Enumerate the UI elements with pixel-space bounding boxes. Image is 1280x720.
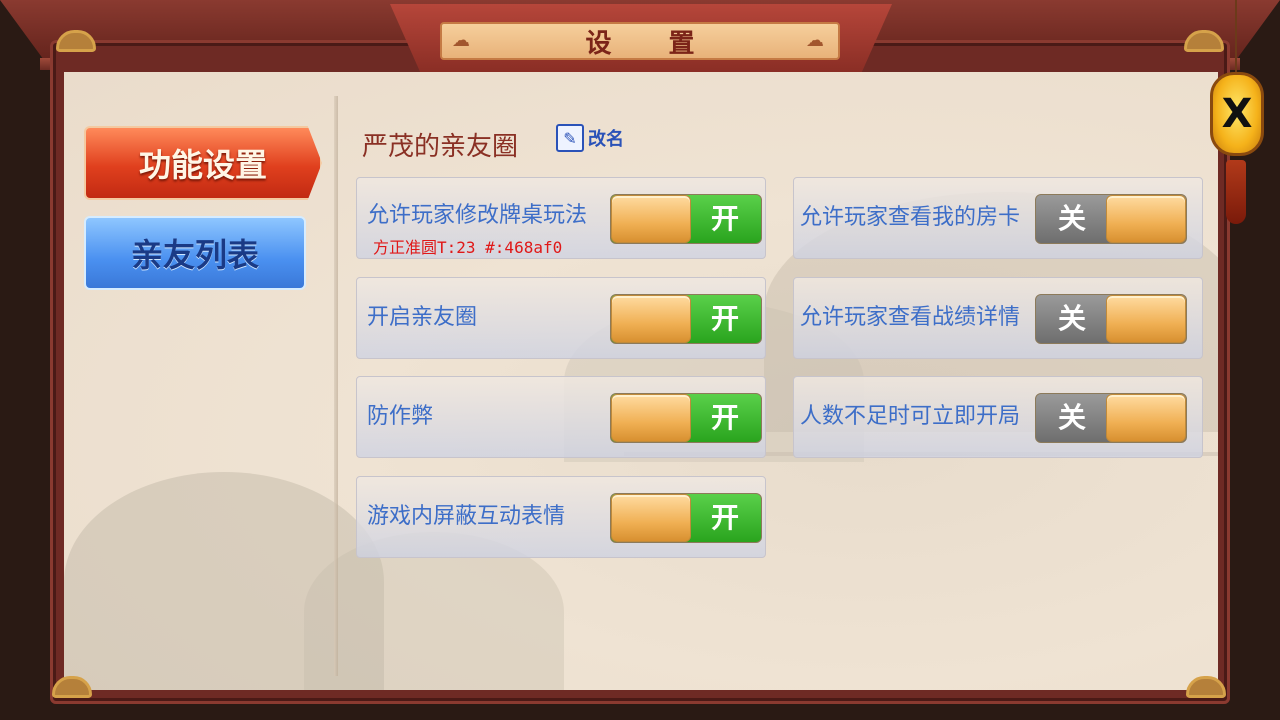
toggle-state: 关 bbox=[1057, 302, 1086, 335]
setting-row-anti-cheat: 防作弊 开 bbox=[356, 376, 766, 458]
setting-label: 允许玩家查看战绩详情 bbox=[800, 305, 1021, 330]
setting-label: 人数不足时可立即开局 bbox=[800, 404, 1021, 429]
menu-item-label: 功能设置 bbox=[138, 146, 267, 184]
rename-button[interactable]: ✎ 改名 bbox=[556, 124, 624, 152]
setting-row-view-record-details: 允许玩家查看战绩详情 关 bbox=[793, 277, 1203, 359]
rename-label: 改名 bbox=[588, 129, 624, 150]
setting-label: 允许玩家查看我的房卡 bbox=[800, 205, 1021, 230]
toggle-knob bbox=[1106, 394, 1186, 442]
setting-label: 游戏内屏蔽互动表情 bbox=[367, 504, 566, 529]
toggle-switch[interactable]: 关 bbox=[1035, 393, 1187, 443]
edit-pencil-icon: ✎ bbox=[556, 124, 584, 152]
cloud-ornament-icon: ☁ bbox=[806, 30, 824, 51]
toggle-knob bbox=[1106, 295, 1186, 343]
toggle-switch[interactable]: 关 bbox=[1035, 294, 1187, 344]
close-button[interactable]: X bbox=[1210, 72, 1264, 156]
toggle-state: 关 bbox=[1057, 401, 1086, 434]
setting-label: 开启亲友圈 bbox=[367, 305, 478, 330]
cloud-ornament-icon: ☁ bbox=[452, 30, 470, 51]
toggle-state: 开 bbox=[710, 202, 739, 235]
toggle-state: 开 bbox=[710, 401, 739, 434]
toggle-knob bbox=[611, 494, 691, 542]
toggle-knob bbox=[611, 394, 691, 442]
menu-item-friend-list[interactable]: 亲友列表 bbox=[84, 216, 306, 290]
toggle-knob bbox=[1106, 195, 1186, 243]
toggle-switch[interactable]: 开 bbox=[610, 493, 762, 543]
toggle-switch[interactable]: 关 bbox=[1035, 194, 1187, 244]
menu-item-function-settings[interactable]: 功能设置 bbox=[84, 126, 322, 200]
menu-item-label: 亲友列表 bbox=[130, 236, 259, 274]
lantern-tassel bbox=[1226, 160, 1246, 224]
toggle-switch[interactable]: 开 bbox=[610, 294, 762, 344]
toggle-state: 开 bbox=[710, 302, 739, 335]
setting-row-block-emotes: 游戏内屏蔽互动表情 开 bbox=[356, 476, 766, 558]
toggle-knob bbox=[611, 195, 691, 243]
toggle-state: 开 bbox=[710, 501, 739, 534]
setting-label: 防作弊 bbox=[367, 404, 434, 429]
setting-row-enable-circle: 开启亲友圈 开 bbox=[356, 277, 766, 359]
lantern-string bbox=[1235, 0, 1237, 72]
setting-row-start-immediately: 人数不足时可立即开局 关 bbox=[793, 376, 1203, 458]
setting-row-view-room-cards: 允许玩家查看我的房卡 关 bbox=[793, 177, 1203, 259]
window-title: 设 置 bbox=[585, 28, 719, 59]
debug-font-info: 方正准圆T:23 #:468af0 bbox=[373, 238, 563, 257]
toggle-state: 关 bbox=[1057, 202, 1086, 235]
toggle-switch[interactable]: 开 bbox=[610, 393, 762, 443]
title-plaque-inner: 设 置 bbox=[440, 22, 840, 60]
close-x-icon: X bbox=[1221, 91, 1253, 137]
setting-row-modify-table-rules: 允许玩家修改牌桌玩法 方正准圆T:23 #:468af0 开 bbox=[356, 177, 766, 259]
toggle-knob bbox=[611, 295, 691, 343]
toggle-switch[interactable]: 开 bbox=[610, 194, 762, 244]
panel-divider bbox=[334, 96, 338, 676]
circle-name: 严茂的亲友圈 bbox=[362, 132, 519, 162]
